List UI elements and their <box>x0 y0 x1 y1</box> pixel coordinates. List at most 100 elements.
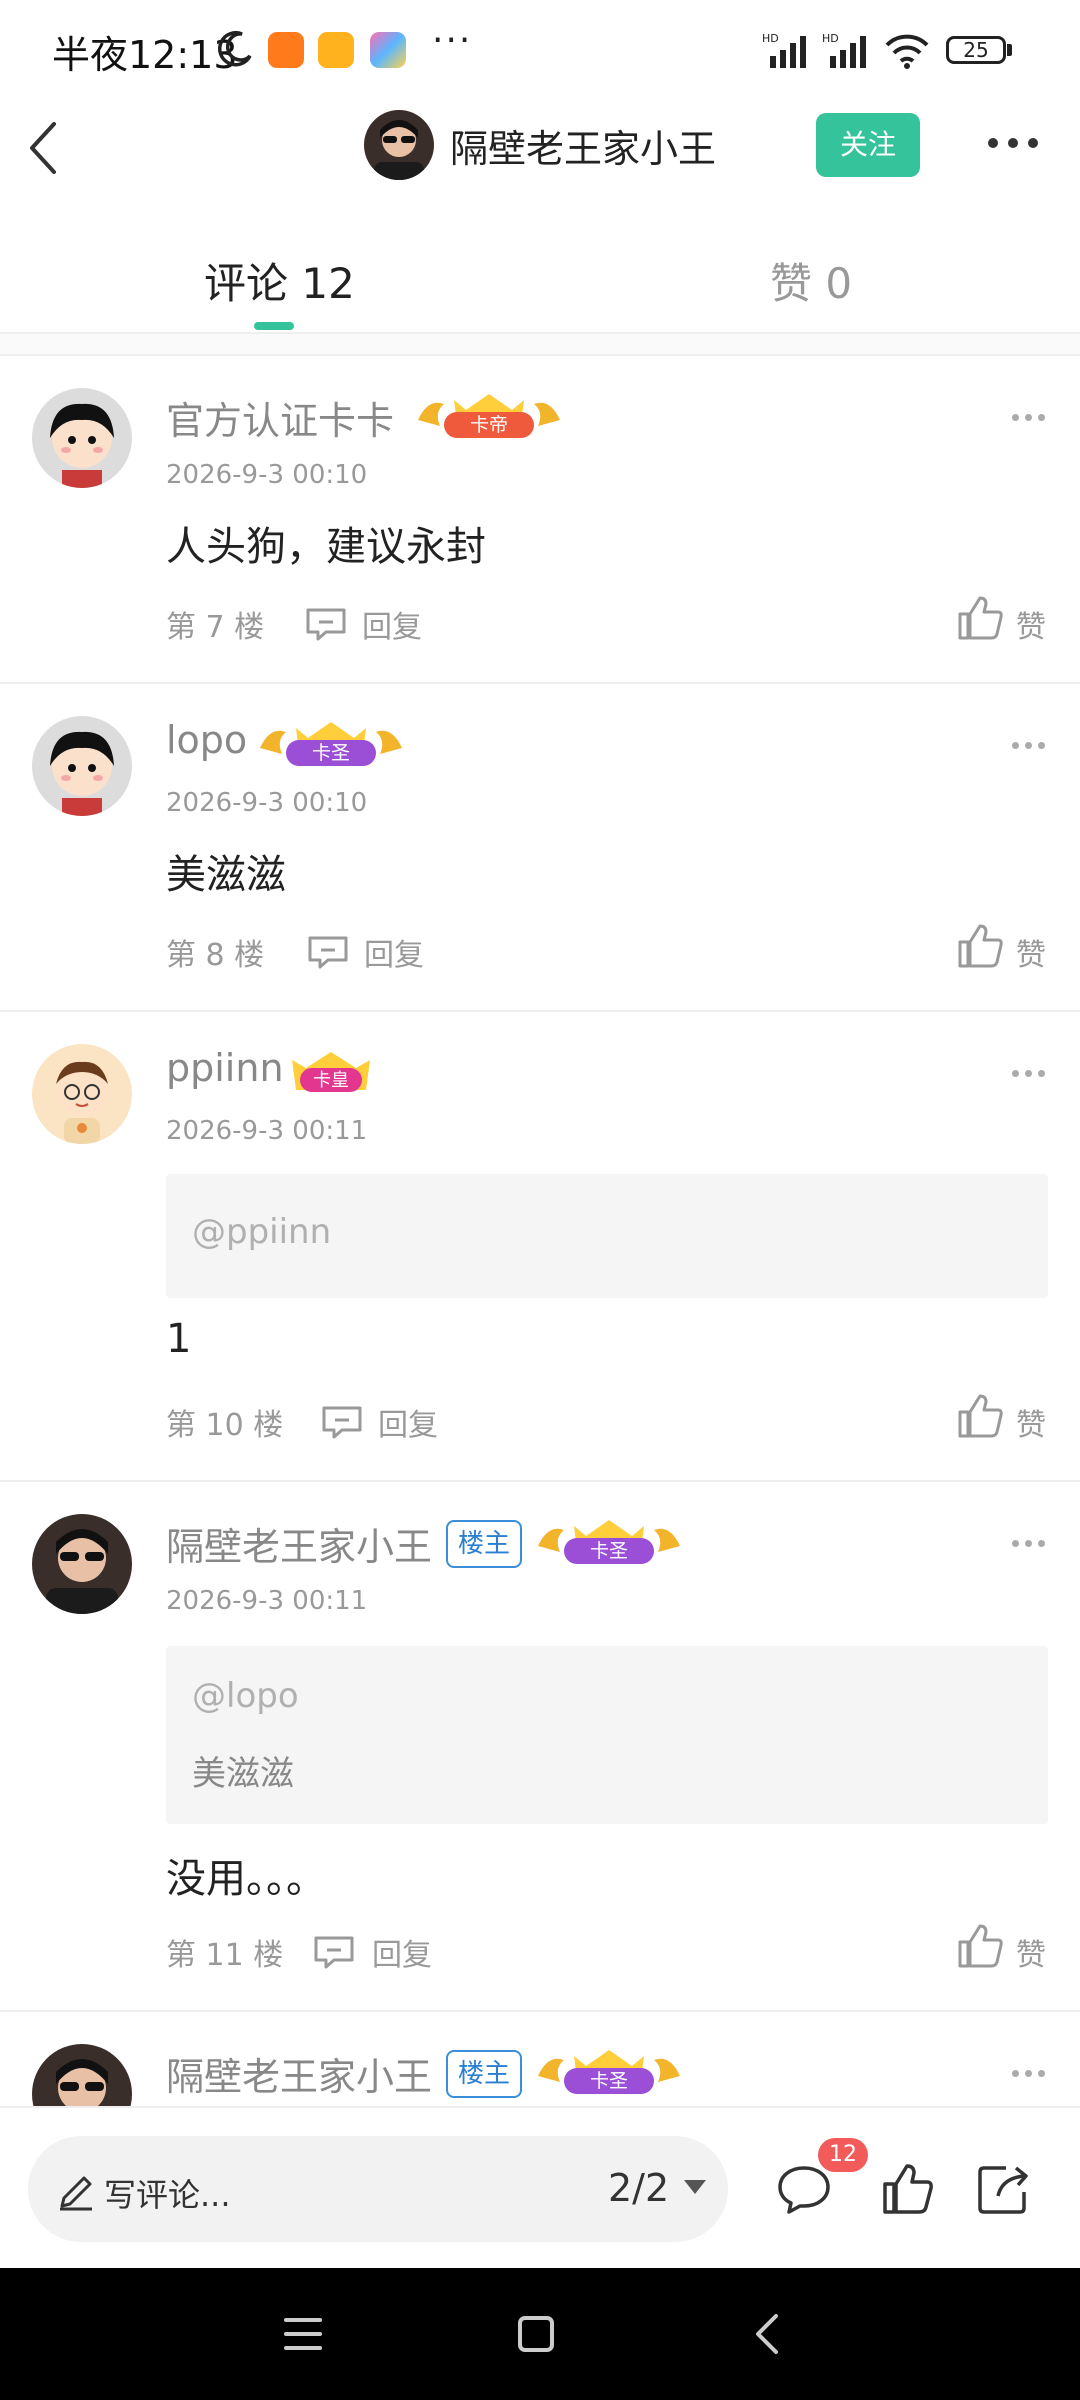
comment-bubble-icon[interactable] <box>776 2162 832 2216</box>
quoted-reply: @ppiinn <box>166 1174 1048 1298</box>
thumbs-up-icon[interactable] <box>880 2162 936 2216</box>
system-navigation-bar <box>0 2268 1080 2400</box>
level-badge-label: 卡圣 <box>590 1540 628 1562</box>
level-badge-label: 卡圣 <box>312 742 350 764</box>
pen-icon <box>60 2176 92 2211</box>
battery-icon: 25 <box>946 36 1016 66</box>
level-badge-label: 卡皇 <box>313 1070 349 1091</box>
reply-icon[interactable] <box>312 1934 356 1970</box>
quoted-text: 美滋滋 <box>192 1754 294 1794</box>
top-app-bar: 隔壁老王家小王 关注 <box>0 100 1080 200</box>
reply-icon[interactable] <box>320 1404 364 1440</box>
signal-icon-2: HD <box>822 32 866 68</box>
section-divider <box>0 334 1080 356</box>
owner-tag: 楼主 <box>446 1520 523 1568</box>
level-badge-label: 卡帝 <box>470 414 508 436</box>
comment-input-placeholder[interactable]: 写评论... <box>104 2170 231 2216</box>
back-arrow-icon[interactable] <box>24 118 64 178</box>
comment-time: 2026-9-3 00:10 <box>166 460 368 490</box>
comment-item: 隔壁老王家小王 楼主 卡圣 2026-9-3 00:11 @lopo 美滋滋 没… <box>0 1482 1080 2012</box>
signal-hd-label: HD <box>762 32 779 45</box>
tab-likes[interactable]: 赞 0 <box>770 250 852 311</box>
battery-level: 25 <box>963 38 989 62</box>
chevron-down-icon[interactable] <box>684 2180 706 2194</box>
comment-count-badge: 12 <box>818 2138 868 2172</box>
home-icon[interactable] <box>518 2316 554 2352</box>
owner-tag: 楼主 <box>446 2050 523 2098</box>
comment-text: 美滋滋 <box>166 852 286 898</box>
level-badge: 卡圣 <box>260 722 402 766</box>
thumbs-up-icon[interactable] <box>956 1392 1006 1440</box>
page-indicator[interactable]: 2/2 <box>608 2166 669 2210</box>
comment-time: 2026-9-3 00:10 <box>166 788 368 818</box>
more-notifications-icon: ··· <box>432 20 473 61</box>
commenter-avatar[interactable] <box>32 1514 132 1614</box>
comment-more-icon[interactable] <box>1012 2070 1046 2078</box>
comment-time: 2026-9-3 00:11 <box>166 1586 368 1616</box>
comment-item: 官方认证卡卡 卡帝 2026-9-3 00:10 人头狗，建议永封 第 7 楼 … <box>0 356 1080 684</box>
quoted-mention: @lopo <box>192 1676 299 1716</box>
like-button[interactable]: 赞 <box>1016 1400 1046 1444</box>
status-time: 半夜12:13 <box>52 33 238 77</box>
like-button[interactable]: 赞 <box>1016 930 1046 974</box>
follow-button[interactable]: 关注 <box>816 113 920 177</box>
notes-app-icon <box>318 32 354 68</box>
level-badge: 卡帝 <box>418 394 560 438</box>
reply-button[interactable]: 回复 <box>364 930 424 974</box>
quoted-mention: @ppiinn <box>192 1212 332 1252</box>
wifi-icon <box>885 34 929 69</box>
thumbs-up-icon[interactable] <box>956 1922 1006 1970</box>
share-icon[interactable] <box>976 2162 1032 2216</box>
floor-number: 第 7 楼 <box>166 610 265 645</box>
floor-number: 第 10 楼 <box>166 1408 284 1443</box>
level-badge-label: 卡圣 <box>590 2070 628 2092</box>
moon-icon <box>218 30 252 67</box>
commenter-avatar[interactable] <box>32 1044 132 1144</box>
active-tab-indicator <box>254 322 294 330</box>
more-options-icon[interactable] <box>988 138 1040 152</box>
commenter-name[interactable]: lopo <box>166 718 247 762</box>
commenter-name[interactable]: ppiinn <box>166 1046 284 1090</box>
comment-time: 2026-9-3 00:11 <box>166 1116 368 1146</box>
reply-button[interactable]: 回复 <box>372 1930 432 1974</box>
comment-more-icon[interactable] <box>1012 1070 1046 1078</box>
commenter-name[interactable]: 隔壁老王家小王 <box>166 2046 432 2101</box>
floor-number: 第 8 楼 <box>166 938 265 973</box>
commenter-avatar[interactable] <box>32 2044 132 2106</box>
tab-bar: 评论 12 赞 0 <box>0 220 1080 334</box>
game-app-icon <box>370 32 406 68</box>
comment-item: lopo 卡圣 2026-9-3 00:10 美滋滋 第 8 楼 回复 赞 <box>0 684 1080 1012</box>
commenter-name[interactable]: 官方认证卡卡 <box>166 390 394 445</box>
like-button[interactable]: 赞 <box>1016 1930 1046 1974</box>
comment-item: ppiinn 卡皇 2026-9-3 00:11 @ppiinn 1 第 10 … <box>0 1012 1080 1482</box>
signal-hd-label-2: HD <box>822 32 839 45</box>
reply-button[interactable]: 回复 <box>378 1400 438 1444</box>
comment-text: 没用。。。 <box>166 1856 326 1902</box>
floor-number: 第 11 楼 <box>166 1938 284 1973</box>
commenter-name[interactable]: 隔壁老王家小王 <box>166 1516 432 1571</box>
tab-comments[interactable]: 评论 12 <box>204 250 355 311</box>
reply-icon[interactable] <box>306 934 350 970</box>
system-back-icon[interactable] <box>752 2312 782 2356</box>
level-badge: 卡皇 <box>292 1052 370 1092</box>
taobao-app-icon <box>268 32 304 68</box>
comment-text: 1 <box>166 1316 192 1362</box>
menu-icon[interactable] <box>284 2316 322 2352</box>
comment-more-icon[interactable] <box>1012 414 1046 422</box>
comment-composer[interactable]: 写评论... 2/2 <box>28 2136 728 2242</box>
level-badge: 卡圣 <box>538 2050 680 2094</box>
quoted-reply: @lopo 美滋滋 <box>166 1646 1048 1824</box>
reply-icon[interactable] <box>304 606 348 642</box>
comment-more-icon[interactable] <box>1012 1540 1046 1548</box>
thumbs-up-icon[interactable] <box>956 922 1006 970</box>
comment-text: 人头狗，建议永封 <box>166 524 486 570</box>
thumbs-up-icon[interactable] <box>956 594 1006 642</box>
reply-button[interactable]: 回复 <box>362 602 422 646</box>
like-button[interactable]: 赞 <box>1016 602 1046 646</box>
comment-more-icon[interactable] <box>1012 742 1046 750</box>
level-badge: 卡圣 <box>538 1520 680 1564</box>
commenter-avatar[interactable] <box>32 388 132 488</box>
commenter-avatar[interactable] <box>32 716 132 816</box>
signal-icon: HD <box>762 32 806 68</box>
author-avatar[interactable] <box>364 110 434 180</box>
